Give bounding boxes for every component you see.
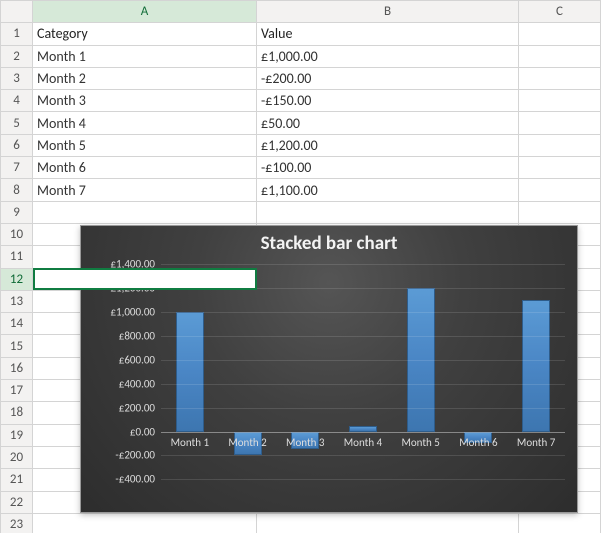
bar-slot: Month 1: [161, 264, 219, 506]
x-tick-label: Month 7: [517, 436, 555, 449]
row-header[interactable]: 20: [1, 446, 33, 468]
row-header[interactable]: 7: [1, 157, 33, 179]
col-header-B[interactable]: B: [257, 1, 519, 23]
cell[interactable]: [33, 268, 257, 290]
cell[interactable]: Month 4: [33, 112, 257, 134]
y-tick-label: £400.00: [119, 377, 155, 390]
row-header[interactable]: 6: [1, 134, 33, 156]
gridline: [161, 264, 565, 265]
cell[interactable]: -£200.00: [257, 67, 519, 89]
row-header[interactable]: 9: [1, 201, 33, 223]
y-tick-label: £600.00: [119, 353, 155, 366]
cell[interactable]: [33, 513, 257, 533]
y-tick-label: £800.00: [119, 329, 155, 342]
cell[interactable]: Month 5: [33, 134, 257, 156]
gridline: [161, 432, 565, 433]
chart-title: Stacked bar chart: [81, 226, 577, 257]
cell[interactable]: -£150.00: [257, 90, 519, 112]
cell[interactable]: [257, 513, 519, 533]
row-header[interactable]: 19: [1, 424, 33, 446]
x-tick-label: Month 3: [286, 436, 324, 449]
cell[interactable]: £1,100.00: [257, 179, 519, 201]
x-tick-label: Month 5: [401, 436, 439, 449]
cell[interactable]: Month 7: [33, 179, 257, 201]
cell[interactable]: -£100.00: [257, 157, 519, 179]
cell[interactable]: £1,000.00: [257, 45, 519, 67]
gridline: [161, 384, 565, 385]
row-header[interactable]: 4: [1, 90, 33, 112]
x-tick-label: Month 2: [228, 436, 266, 449]
bar-slot: Month 7: [507, 264, 565, 506]
gridline: [161, 336, 565, 337]
row-header[interactable]: 2: [1, 45, 33, 67]
y-tick-label: -£400.00: [115, 473, 155, 486]
cell[interactable]: [519, 179, 601, 201]
bar-slot: Month 4: [334, 264, 392, 506]
cell[interactable]: [519, 157, 601, 179]
x-tick-label: Month 1: [171, 436, 209, 449]
row-header[interactable]: 14: [1, 313, 33, 335]
row-header[interactable]: 11: [1, 246, 33, 268]
bar-slot: Month 3: [276, 264, 334, 506]
row-header[interactable]: 23: [1, 513, 33, 533]
cell[interactable]: [33, 201, 257, 223]
gridline: [161, 455, 565, 456]
row-header[interactable]: 8: [1, 179, 33, 201]
x-tick-label: Month 6: [459, 436, 497, 449]
cell[interactable]: Month 6: [33, 157, 257, 179]
cell[interactable]: Value: [257, 23, 519, 45]
row-header[interactable]: 17: [1, 380, 33, 402]
cell[interactable]: Month 3: [33, 90, 257, 112]
gridline: [161, 360, 565, 361]
row-header[interactable]: 15: [1, 335, 33, 357]
cell[interactable]: £1,200.00: [257, 134, 519, 156]
cell[interactable]: Category: [33, 23, 257, 45]
cell[interactable]: Month 1: [33, 45, 257, 67]
y-tick-label: -£200.00: [115, 449, 155, 462]
x-tick-label: Month 4: [344, 436, 382, 449]
y-tick-label: £0.00: [130, 425, 155, 438]
cell[interactable]: [519, 134, 601, 156]
col-header-A[interactable]: A: [33, 1, 257, 23]
row-header[interactable]: 13: [1, 290, 33, 312]
chart-bar: [176, 312, 204, 432]
cell[interactable]: [257, 201, 519, 223]
y-tick-label: £200.00: [119, 401, 155, 414]
gridline: [161, 479, 565, 480]
row-header[interactable]: 1: [1, 23, 33, 45]
select-all-corner[interactable]: [1, 1, 33, 23]
cell[interactable]: [519, 201, 601, 223]
bar-slot: Month 5: [392, 264, 450, 506]
row-header[interactable]: 10: [1, 223, 33, 245]
y-tick-label: £1,000.00: [110, 305, 155, 318]
col-header-C[interactable]: C: [519, 1, 601, 23]
row-header[interactable]: 21: [1, 469, 33, 491]
cell[interactable]: [519, 513, 601, 533]
chart-y-axis: £1,400.00£1,200.00£1,000.00£800.00£600.0…: [97, 264, 159, 506]
cell[interactable]: [519, 67, 601, 89]
row-header[interactable]: 18: [1, 402, 33, 424]
chart-plot-area: Month 1 Month 2 Month 3 Month 4 Month 5 Month…: [161, 264, 565, 506]
row-header[interactable]: 3: [1, 67, 33, 89]
gridline: [161, 408, 565, 409]
cell[interactable]: [519, 23, 601, 45]
row-header[interactable]: 5: [1, 112, 33, 134]
row-header[interactable]: 12: [1, 268, 33, 290]
cell[interactable]: Month 2: [33, 67, 257, 89]
row-header[interactable]: 16: [1, 357, 33, 379]
row-header[interactable]: 22: [1, 491, 33, 513]
bar-slot: Month 6: [450, 264, 508, 506]
cell[interactable]: £50.00: [257, 112, 519, 134]
gridline: [161, 312, 565, 313]
bar-slot: Month 2: [219, 264, 277, 506]
cell[interactable]: [519, 90, 601, 112]
cell[interactable]: [519, 112, 601, 134]
chart-bar: [522, 300, 550, 432]
cell[interactable]: [519, 45, 601, 67]
